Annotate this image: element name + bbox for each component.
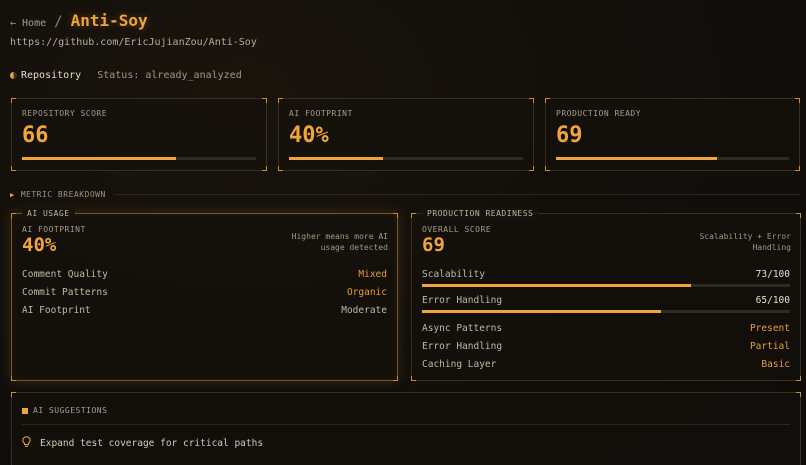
progress-bar [289,157,523,160]
suggestions-header: AI SUGGESTIONS [22,406,107,415]
progress-bar [422,284,790,287]
triangle-right-icon: ▶ [10,190,15,199]
row-key: AI Footprint [22,305,91,316]
corner-decoration [545,98,550,103]
meter-value: 65/100 [755,295,790,306]
corner-decoration [795,166,800,171]
stat-value: 66 [22,123,49,148]
corner-decoration [529,166,534,171]
row-key: Comment Quality [22,269,108,280]
progress-bar [22,157,256,160]
list-item: Caching Layer Basic [422,359,790,370]
lightbulb-icon [22,436,31,451]
suggestion-text: Expand test coverage for critical paths [40,438,264,449]
metric-note: Higher means more AI usage detected [291,232,388,252]
stat-label: AI FOOTPRINT [289,109,353,118]
list-item: AI Footprint Moderate [22,305,387,316]
meter-key: Error Handling [422,295,503,306]
corner-decoration [411,213,416,218]
repository-label: Repository [21,70,82,81]
breadcrumb-separator: / [54,14,63,30]
meter-row: Error Handling 65/100 [422,295,790,306]
corner-decoration [529,98,534,103]
stat-card-production-ready: PRODUCTION READY 69 [545,98,800,171]
progress-fill [422,310,662,313]
metric-value: 40% [22,234,57,256]
divider [113,194,800,195]
metric-value: 69 [422,234,445,256]
stat-value: 40% [289,123,329,148]
metric-label: AI FOOTPRINT [22,225,86,234]
corner-decoration [411,376,416,381]
panel-tag: AI USAGE [22,208,75,219]
row-key: Error Handling [422,341,503,352]
corner-decoration [278,98,283,103]
row-value: Present [749,323,790,334]
list-item: Commit Patterns Organic [22,287,387,298]
status-text: Status: already_analyzed [97,70,242,81]
corner-decoration [796,213,801,218]
corner-decoration [11,392,16,397]
progress-fill [422,284,691,287]
meter-key: Scalability [422,269,485,280]
corner-decoration [796,376,801,381]
row-value: Moderate [341,305,387,316]
corner-decoration [393,376,398,381]
stat-card-ai-footprint: AI FOOTPRINT 40% [278,98,534,171]
list-item: Error Handling Partial [422,341,790,352]
home-link[interactable]: ← Home [10,18,46,29]
meter-value: 73/100 [755,269,790,280]
progress-fill [289,157,383,160]
suggestions-title: AI SUGGESTIONS [33,406,108,415]
corner-decoration [796,392,801,397]
section-title: METRIC BREAKDOWN [20,190,106,199]
meter-row: Scalability 73/100 [422,269,790,280]
metric-note: Scalability + Error Handling [699,232,791,252]
repo-status-line: Repository Status: already_analyzed [10,70,242,81]
row-key: Commit Patterns [22,287,108,298]
progress-fill [556,157,717,160]
corner-decoration [393,213,398,218]
row-key: Caching Layer [422,359,497,370]
corner-decoration [795,98,800,103]
corner-decoration [278,166,283,171]
suggestion-item: Expand test coverage for critical paths [22,436,263,451]
row-value: Organic [346,287,387,298]
list-item: Async Patterns Present [422,323,790,334]
section-header: ▶ METRIC BREAKDOWN [10,190,800,199]
ai-suggestions-panel: AI SUGGESTIONS Expand test coverage for … [11,392,801,465]
stat-card-repository-score: REPOSITORY SCORE 66 [11,98,267,171]
progress-bar [556,157,789,160]
corner-decoration [262,98,267,103]
corner-decoration [11,213,16,218]
corner-decoration [545,166,550,171]
production-readiness-panel: PRODUCTION READINESS OVERALL SCORE 69 Sc… [411,208,801,381]
page-title: Anti-Soy [70,11,148,30]
breadcrumb: ← Home / Anti-Soy [10,11,148,30]
corner-decoration [262,166,267,171]
row-value: Basic [761,359,790,370]
divider [22,424,790,425]
corner-decoration [11,98,16,103]
progress-fill [22,157,177,160]
row-value: Mixed [358,269,387,280]
stat-label: PRODUCTION READY [556,109,642,118]
corner-decoration [11,166,16,171]
list-item: Comment Quality Mixed [22,269,387,280]
square-icon [22,407,28,414]
ai-usage-panel: AI USAGE AI FOOTPRINT 40% Higher means m… [11,208,398,381]
row-key: Async Patterns [422,323,503,334]
progress-bar [422,310,790,313]
row-value: Partial [749,341,790,352]
metric-label: OVERALL SCORE [422,225,492,234]
repo-url[interactable]: https://github.com/EricJujianZou/Anti-So… [10,37,257,48]
stat-value: 69 [556,123,583,148]
half-circle-icon [10,72,17,79]
panel-tag: PRODUCTION READINESS [422,208,539,219]
stat-label: REPOSITORY SCORE [22,109,108,118]
corner-decoration [11,376,16,381]
